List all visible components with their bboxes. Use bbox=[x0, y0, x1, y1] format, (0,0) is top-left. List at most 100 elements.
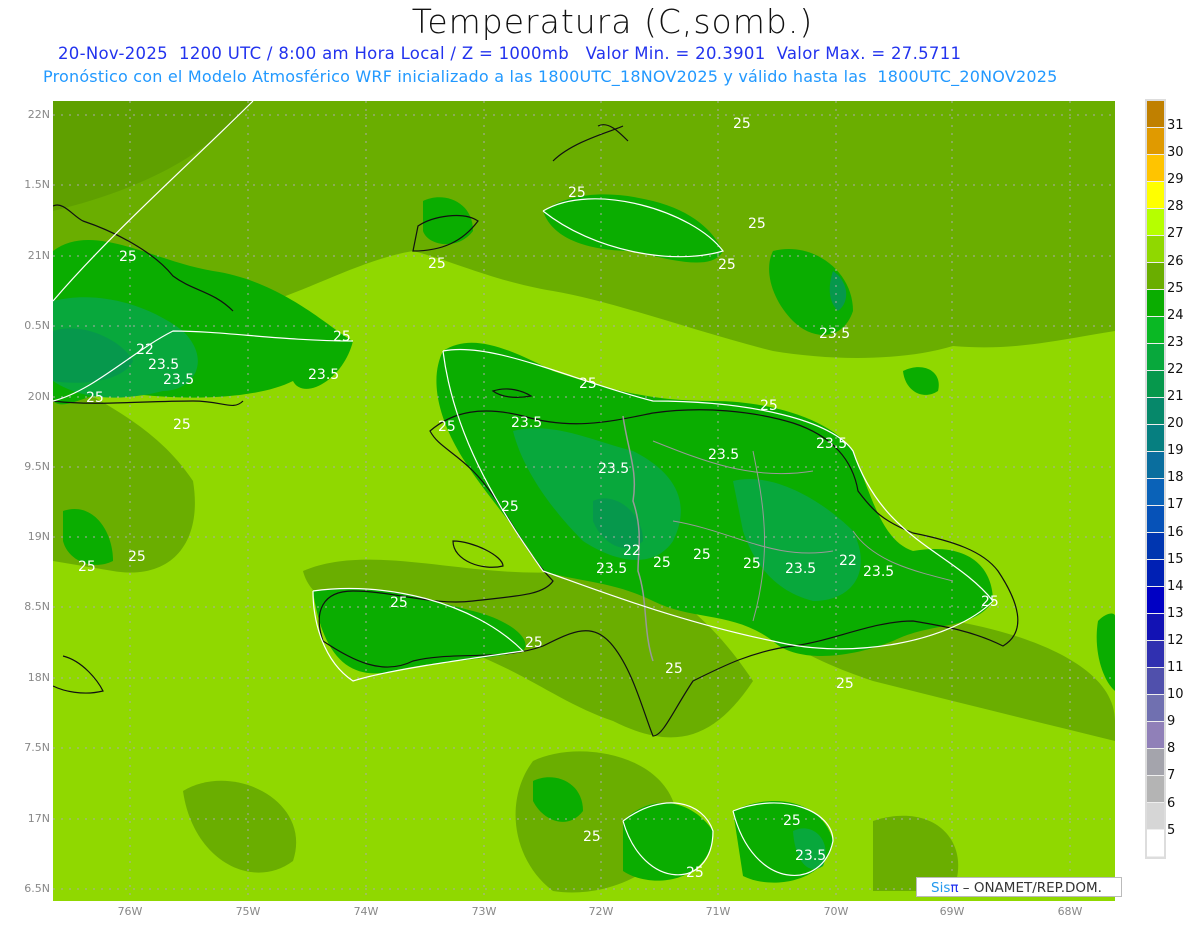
contour-label: 23.5 bbox=[596, 561, 627, 577]
color-scale-swatch bbox=[1147, 155, 1164, 182]
contour-label: 25 bbox=[119, 249, 137, 265]
color-scale-label: 16 bbox=[1167, 524, 1184, 540]
color-scale-label: 27 bbox=[1167, 226, 1184, 242]
contour-label: 22 bbox=[623, 543, 641, 559]
color-scale-swatch bbox=[1147, 587, 1164, 614]
color-scale-swatch bbox=[1147, 722, 1164, 749]
color-scale-swatch bbox=[1147, 182, 1164, 209]
lat-label: 20N bbox=[27, 390, 50, 403]
lon-label: 76W bbox=[117, 905, 143, 918]
contour-label: 25 bbox=[579, 376, 597, 392]
color-scale-swatch bbox=[1147, 479, 1164, 506]
contour-label: 22 bbox=[136, 342, 154, 358]
contour-label: 23.5 bbox=[863, 564, 894, 580]
contour-label: 25 bbox=[760, 398, 778, 414]
contour-label: 23.5 bbox=[816, 436, 847, 452]
contour-label: 23.5 bbox=[708, 447, 739, 463]
lat-label: 21N bbox=[27, 249, 50, 262]
color-scale-swatch bbox=[1147, 560, 1164, 587]
color-scale-bar bbox=[1145, 99, 1166, 859]
color-scale-label: 20 bbox=[1167, 416, 1184, 432]
color-scale-label: 10 bbox=[1167, 687, 1184, 703]
color-scale-swatch bbox=[1147, 695, 1164, 722]
lon-label: 75W bbox=[235, 905, 261, 918]
color-scale-label: 5 bbox=[1167, 822, 1176, 838]
contour-label: 25 bbox=[128, 549, 146, 565]
lon-label: 73W bbox=[471, 905, 497, 918]
color-scale-label: 12 bbox=[1167, 632, 1184, 648]
contour-label: 23.5 bbox=[511, 415, 542, 431]
lat-label: 8.5N bbox=[24, 600, 50, 613]
contour-label: 23.5 bbox=[148, 357, 179, 373]
temperature-map: 25 25 25 25 25 25 25 23.5 22 23.5 23.5 2… bbox=[53, 101, 1115, 901]
subtitle-valid-time: 20-Nov-2025 1200 UTC / 8:00 am Hora Loca… bbox=[58, 44, 962, 63]
contour-label: 25 bbox=[653, 555, 671, 571]
map-title: Temperatura (C,somb.) bbox=[411, 2, 814, 41]
color-scale-label: 28 bbox=[1167, 199, 1184, 215]
color-scale-label: 18 bbox=[1167, 470, 1184, 486]
lat-label: 17N bbox=[27, 812, 50, 825]
color-scale-label: 22 bbox=[1167, 361, 1184, 377]
contour-label: 25 bbox=[390, 595, 408, 611]
contour-label: 22 bbox=[839, 553, 857, 569]
lon-label: 70W bbox=[823, 905, 849, 918]
color-scale-label: 21 bbox=[1167, 389, 1184, 404]
lat-label: 6.5N bbox=[24, 882, 50, 895]
contour-label: 23.5 bbox=[795, 848, 826, 864]
color-scale-label: 30 bbox=[1167, 145, 1184, 161]
color-scale-label: 26 bbox=[1167, 253, 1184, 269]
color-scale-swatch bbox=[1147, 263, 1164, 290]
lon-label: 74W bbox=[353, 905, 379, 918]
contour-label: 25 bbox=[693, 547, 711, 563]
color-scale-label: 25 bbox=[1167, 280, 1184, 296]
color-scale-label: 31 bbox=[1167, 118, 1184, 133]
color-scale-swatch bbox=[1147, 533, 1164, 560]
contour-label: 25 bbox=[686, 865, 704, 881]
contour-label: 25 bbox=[428, 256, 446, 272]
contour-label: 25 bbox=[836, 676, 854, 692]
color-scale-label: 8 bbox=[1167, 741, 1176, 757]
color-scale-swatch bbox=[1147, 668, 1164, 695]
lon-label: 71W bbox=[705, 905, 731, 918]
color-scale-label: 6 bbox=[1167, 795, 1176, 811]
lat-label: 1.5N bbox=[24, 178, 50, 191]
color-scale-label: 11 bbox=[1167, 660, 1184, 675]
color-scale-label: 24 bbox=[1167, 307, 1184, 323]
contour-label: 25 bbox=[718, 257, 736, 273]
color-scale-swatch bbox=[1147, 290, 1164, 317]
pi-logo: π bbox=[950, 880, 959, 896]
lon-label: 72W bbox=[588, 905, 614, 918]
color-scale-swatch bbox=[1147, 614, 1164, 641]
color-scale-label: 13 bbox=[1167, 605, 1184, 621]
color-scale-swatch bbox=[1147, 209, 1164, 236]
color-scale-swatch bbox=[1147, 776, 1164, 803]
color-scale-swatch bbox=[1147, 101, 1164, 128]
contour-label: 25 bbox=[333, 329, 351, 345]
contour-label: 25 bbox=[743, 556, 761, 572]
lat-label: 22N bbox=[27, 108, 50, 121]
lat-label: 19N bbox=[27, 530, 50, 543]
color-scale-swatch bbox=[1147, 128, 1164, 155]
subtitle-model-info: Pronóstico con el Modelo Atmosférico WRF… bbox=[43, 67, 1058, 86]
color-scale-swatch bbox=[1147, 236, 1164, 263]
lat-label: 7.5N bbox=[24, 741, 50, 754]
credit-box: Sisπ – ONAMET/REP.DOM. bbox=[916, 877, 1122, 897]
color-scale-swatch bbox=[1147, 344, 1164, 371]
contour-label: 23.5 bbox=[163, 372, 194, 388]
color-scale-swatch bbox=[1147, 830, 1164, 857]
contour-label: 25 bbox=[501, 499, 519, 515]
contour-label: 25 bbox=[86, 390, 104, 406]
contour-label: 23.5 bbox=[598, 461, 629, 477]
lat-label: 18N bbox=[27, 671, 50, 684]
color-scale-label: 9 bbox=[1167, 714, 1176, 730]
credit-brand: Sis bbox=[931, 880, 951, 896]
contour-label: 25 bbox=[665, 661, 683, 677]
color-scale-swatch bbox=[1147, 452, 1164, 479]
lon-label: 68W bbox=[1057, 905, 1083, 918]
credit-text: – ONAMET/REP.DOM. bbox=[958, 880, 1102, 896]
contour-label: 23.5 bbox=[308, 367, 339, 383]
contour-label: 23.5 bbox=[785, 561, 816, 577]
lat-label: 0.5N bbox=[24, 319, 50, 332]
contour-label: 25 bbox=[981, 594, 999, 610]
color-scale-swatch bbox=[1147, 398, 1164, 425]
